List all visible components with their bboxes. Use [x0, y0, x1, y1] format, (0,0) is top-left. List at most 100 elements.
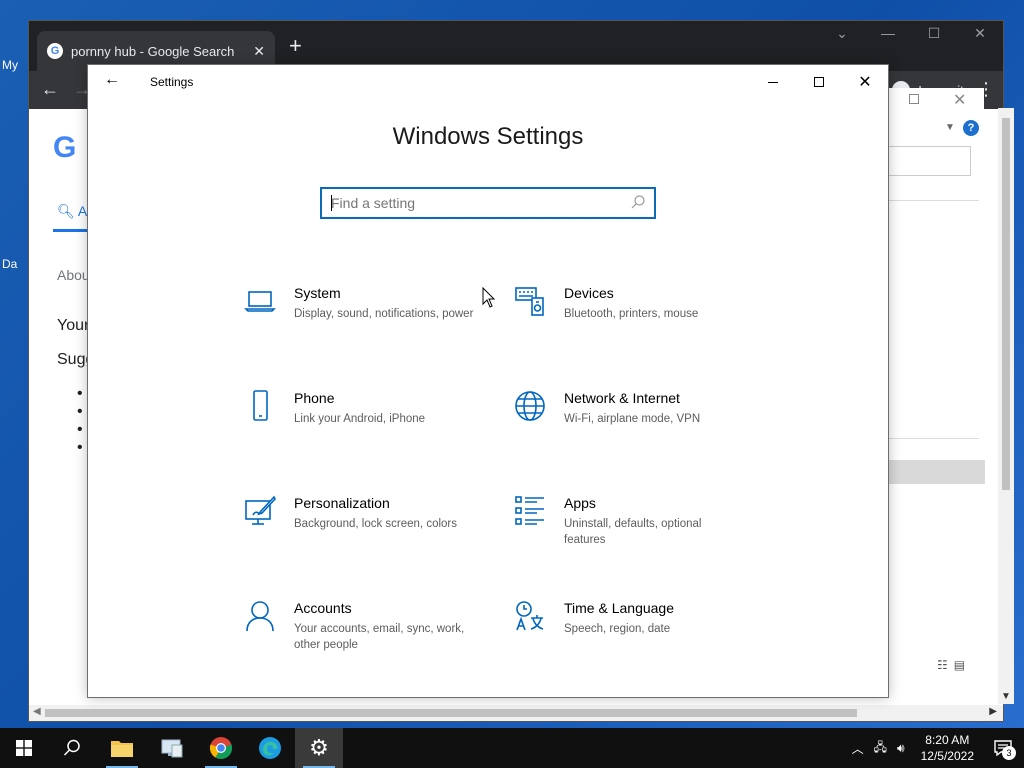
taskbar-edge[interactable]: [246, 728, 294, 768]
scrollbar-thumb[interactable]: [45, 709, 857, 717]
new-tab-button[interactable]: +: [289, 35, 302, 57]
taskbar-settings[interactable]: ⚙: [295, 728, 343, 768]
taskbar-app-monitor[interactable]: [148, 728, 196, 768]
tile-name: Time & Language: [564, 600, 674, 616]
chrome-close-button[interactable]: ✕: [957, 25, 1003, 42]
edge-icon: [259, 737, 281, 759]
vertical-scrollbar[interactable]: ▼: [998, 108, 1014, 704]
taskbar-search-button[interactable]: [48, 728, 96, 768]
desktop-icon-label-da[interactable]: Da: [2, 257, 17, 271]
tile-description: Uninstall, defaults, optional features: [564, 518, 702, 546]
tile-description: Background, lock screen, colors: [294, 518, 457, 530]
tile-description: Speech, region, date: [564, 623, 671, 635]
desktop-icon-label-my[interactable]: My: [2, 58, 18, 72]
system-tray: ︿ 🖧︎ 🔊︎ 8:20 AM 12/5/2022 3: [852, 728, 1024, 768]
tile-name: Phone: [294, 390, 335, 406]
dialog-close-icon[interactable]: ✕: [953, 90, 966, 110]
tab-close-icon[interactable]: ✕: [253, 43, 265, 60]
search-box[interactable]: [320, 187, 656, 219]
text-caret: [331, 195, 332, 211]
clock-date: 12/5/2022: [920, 749, 974, 763]
chevron-down-icon[interactable]: ▼: [945, 122, 955, 133]
scroll-down-icon[interactable]: ▼: [1001, 691, 1011, 702]
minimize-icon: [768, 81, 778, 83]
devices-icon: [515, 287, 544, 316]
tile-description: Your accounts, email, sync, work, other …: [294, 623, 465, 651]
tile-network[interactable]: Network & Internet Wi-Fi, airplane mode,…: [510, 390, 750, 460]
gear-icon: ⚙: [309, 735, 329, 760]
selected-row[interactable]: [889, 460, 985, 484]
dialog-maximize-icon[interactable]: [909, 94, 919, 104]
tile-name: Personalization: [294, 495, 390, 511]
divider: [889, 438, 979, 439]
taskbar: ⚙ ︿ 🖧︎ 🔊︎ 8:20 AM 12/5/2022 3: [0, 728, 1024, 768]
clock[interactable]: 8:20 AM 12/5/2022: [921, 732, 974, 764]
page-title: Windows Settings: [392, 123, 584, 150]
tile-description: Wi-Fi, airplane mode, VPN: [564, 413, 701, 425]
minimize-button[interactable]: [750, 69, 796, 95]
tile-apps[interactable]: Apps Uninstall, defaults, optional featu…: [510, 495, 750, 565]
laptop-icon: [244, 291, 276, 312]
taskbar-file-explorer[interactable]: [98, 728, 146, 768]
tile-name: Apps: [564, 495, 596, 511]
maximize-icon: [814, 77, 824, 87]
person-icon: [246, 601, 274, 632]
search-icon: [63, 739, 80, 756]
scroll-left-icon[interactable]: ◀: [33, 706, 41, 717]
tab-title: pornny hub - Google Search: [71, 43, 235, 59]
divider: [889, 200, 979, 201]
taskbar-chrome[interactable]: [197, 728, 245, 768]
search-tab-all[interactable]: 🔍︎ A: [57, 203, 87, 220]
google-logo[interactable]: G: [53, 131, 76, 165]
background-dialog: ✕ ▼ ? ☷▤: [888, 88, 985, 678]
horizontal-scrollbar[interactable]: ◀ ▶: [29, 705, 1003, 721]
show-hidden-icons-icon[interactable]: ︿: [852, 740, 864, 757]
help-icon[interactable]: ?: [963, 120, 979, 136]
tile-name: Devices: [564, 285, 614, 301]
results-heading: Your: [57, 317, 90, 334]
tile-phone[interactable]: Phone Link your Android, iPhone: [240, 390, 480, 460]
google-favicon-icon: G: [47, 43, 63, 59]
start-button[interactable]: [0, 728, 48, 768]
search-input[interactable]: [322, 189, 654, 217]
tile-description: Bluetooth, printers, mouse: [564, 308, 699, 320]
chrome-maximize-button[interactable]: ☐: [911, 25, 957, 42]
tile-name: Accounts: [294, 600, 352, 616]
tile-time-language[interactable]: Time & Language Speech, region, date: [510, 600, 750, 670]
chrome-minimize-button[interactable]: —: [865, 25, 911, 42]
clock-time: 8:20 AM: [925, 733, 970, 747]
windows-logo-icon: [16, 740, 32, 756]
scrollbar-thumb[interactable]: [1002, 118, 1010, 490]
tile-accounts[interactable]: Accounts Your accounts, email, sync, wor…: [240, 600, 480, 670]
globe-icon: [515, 391, 545, 421]
dialog-input-field[interactable]: [889, 146, 971, 176]
tile-system[interactable]: System Display, sound, notifications, po…: [240, 285, 480, 355]
search-icon: 🔍︎: [57, 203, 75, 219]
tile-devices[interactable]: Devices Bluetooth, printers, mouse: [510, 285, 750, 355]
paint-icon: [245, 495, 276, 525]
chrome-back-icon[interactable]: ←: [41, 79, 59, 100]
back-arrow-icon[interactable]: ←: [104, 71, 120, 89]
apps-list-icon: [515, 496, 544, 525]
view-mode-icons[interactable]: ☷▤: [937, 658, 971, 672]
chrome-dropdown-icon[interactable]: ⌄: [819, 25, 865, 42]
tile-description: Display, sound, notifications, power: [294, 308, 474, 320]
monitor-app-icon: [161, 739, 183, 758]
folder-icon: [111, 741, 133, 757]
network-icon[interactable]: 🖧︎: [874, 738, 887, 759]
close-icon: ✕: [858, 74, 872, 91]
maximize-button[interactable]: [796, 69, 842, 95]
close-button[interactable]: ✕: [842, 69, 888, 95]
tile-personalization[interactable]: Personalization Background, lock screen,…: [240, 495, 480, 565]
tile-description: Link your Android, iPhone: [294, 413, 426, 425]
results-about-text: Abou: [57, 267, 90, 283]
window-title: Settings: [150, 75, 194, 89]
settings-titlebar: ← Settings ✕: [88, 65, 888, 99]
notification-center-button[interactable]: 3: [988, 728, 1018, 768]
settings-window: ← Settings ✕ Windows Settings System Dis…: [87, 64, 889, 698]
mouse-cursor-icon: [482, 287, 496, 308]
scroll-right-icon[interactable]: ▶: [989, 706, 997, 717]
volume-icon[interactable]: 🔊︎: [897, 741, 905, 756]
search-tab-label: A: [77, 203, 88, 219]
tile-name: Network & Internet: [564, 390, 680, 406]
